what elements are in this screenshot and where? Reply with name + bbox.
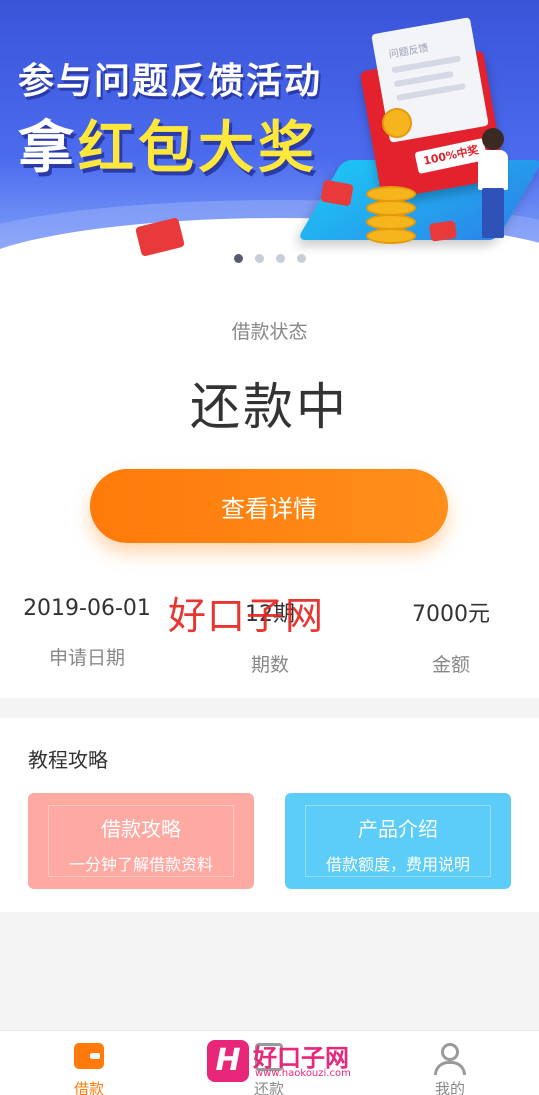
coin-icon [366, 214, 416, 230]
stat-amount: 7000元 金额 [361, 596, 539, 677]
banner-title-line2: 拿红包大奖 [18, 103, 318, 184]
stat-label: 期数 [250, 654, 289, 676]
stat-value: 7000元 [412, 602, 490, 627]
carousel-dot[interactable] [275, 254, 285, 263]
coin-icon [366, 186, 416, 202]
person-body [478, 150, 508, 190]
red-packet-icon [428, 220, 458, 242]
stat-label: 金额 [431, 654, 470, 676]
banner-title-line1: 参与问题反馈活动 [18, 61, 323, 102]
card-subtitle: 一分钟了解借款资料 [68, 855, 213, 874]
carousel-dot[interactable] [296, 254, 306, 263]
banner-title-prefix: 拿 [18, 116, 78, 181]
tab-mine[interactable]: 我的 [390, 1031, 510, 1095]
letter-line [393, 70, 454, 88]
person-head [482, 128, 504, 150]
tab-label: 我的 [434, 1080, 465, 1095]
person-legs [482, 188, 504, 238]
user-icon [441, 1043, 459, 1061]
wallet-icon [74, 1043, 104, 1069]
card-title: 产品介绍 [358, 817, 438, 841]
letter-line [396, 82, 467, 102]
loan-status-value: 还款中 [190, 378, 349, 436]
view-details-button[interactable]: 查看详情 [90, 469, 448, 543]
carousel-dot-active[interactable] [233, 254, 243, 263]
watermark-logo: H 好口子网 www.haokouzi.com [207, 1040, 357, 1084]
card-subtitle: 借款额度，费用说明 [325, 855, 470, 874]
loan-status-label: 借款状态 [231, 321, 308, 343]
promo-banner[interactable]: 参与问题反馈活动 拿红包大奖 问题反馈 100%中奖 [0, 0, 539, 285]
carousel-dot[interactable] [254, 254, 264, 263]
watermark-logo-badge: H [207, 1040, 249, 1082]
stat-label: 申请日期 [48, 647, 125, 669]
stat-value: 2019-06-01 [23, 596, 151, 621]
card-title: 借款攻略 [101, 817, 181, 841]
loan-guide-card[interactable]: 借款攻略 一分钟了解借款资料 [28, 793, 254, 889]
tab-loan[interactable]: 借款 [29, 1031, 149, 1095]
letter-heading: 问题反馈 [388, 42, 430, 61]
product-intro-card[interactable]: 产品介绍 借款额度，费用说明 [285, 793, 511, 889]
tutorial-section: 教程攻略 借款攻略 一分钟了解借款资料 产品介绍 借款额度，费用说明 [0, 718, 539, 912]
banner-title-highlight: 红包大奖 [78, 116, 318, 181]
coin-icon [366, 228, 416, 244]
watermark-logo-url: www.haokouzi.com [255, 1068, 351, 1079]
user-icon-body [434, 1061, 466, 1075]
coin-icon [366, 200, 416, 216]
coin-icon [382, 108, 412, 138]
tutorial-title: 教程攻略 [28, 748, 108, 772]
carousel-indicator [0, 248, 539, 267]
tab-label: 借款 [73, 1080, 104, 1095]
watermark-overlay-text: 好口子网 [168, 594, 325, 638]
stat-apply-date: 2019-06-01 申请日期 [0, 596, 177, 670]
